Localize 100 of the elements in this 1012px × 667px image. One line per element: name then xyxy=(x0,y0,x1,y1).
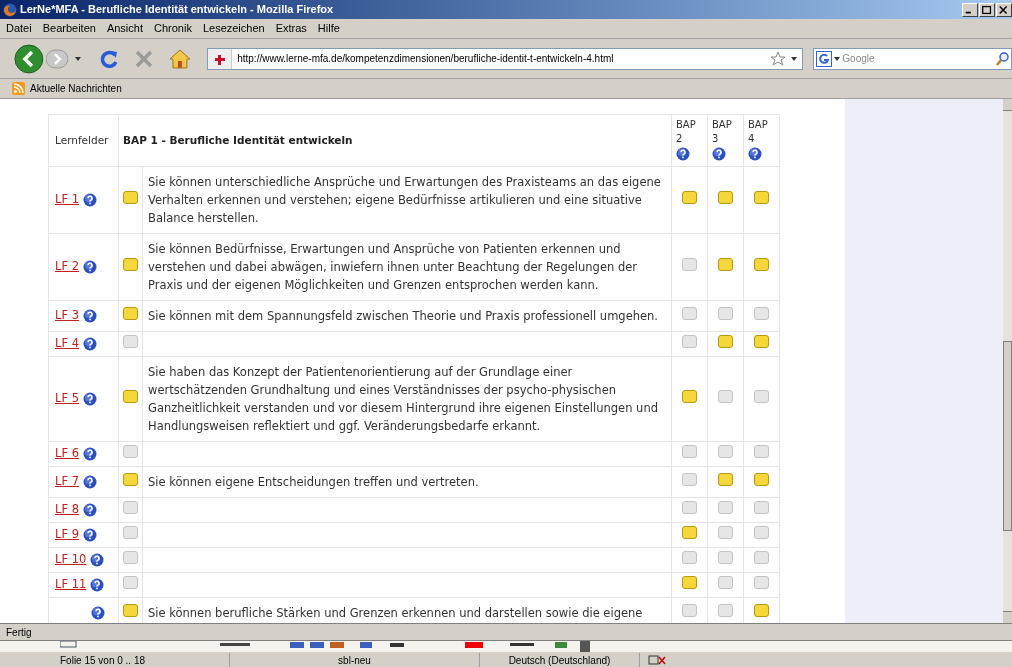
menu-item[interactable]: Chronik xyxy=(154,20,192,37)
menu-item[interactable]: Datei xyxy=(6,20,32,37)
search-field[interactable]: Google xyxy=(813,47,1012,70)
checkbox[interactable] xyxy=(718,257,733,271)
learning-field-link[interactable]: LF 9 xyxy=(55,527,79,542)
help-icon[interactable] xyxy=(89,552,104,567)
checkbox[interactable] xyxy=(682,444,697,458)
checkbox[interactable] xyxy=(718,472,733,486)
checkbox[interactable] xyxy=(682,306,697,320)
learning-field-link[interactable]: LF 3 xyxy=(55,308,79,323)
checkbox[interactable] xyxy=(682,389,697,403)
checkbox[interactable] xyxy=(682,257,697,271)
checkbox[interactable] xyxy=(123,472,138,486)
checkbox[interactable] xyxy=(123,500,138,514)
search-input[interactable]: Google xyxy=(842,51,995,66)
checkbox[interactable] xyxy=(682,334,697,348)
url-text: http://www.lerne-mfa.de/kompetenzdimensionen/berufliche-identit-t-entwickeln-4.html xyxy=(237,52,615,66)
help-icon[interactable] xyxy=(91,605,105,620)
checkbox[interactable] xyxy=(718,306,733,320)
checkbox[interactable] xyxy=(718,334,733,348)
menu-item[interactable]: Ansicht xyxy=(106,20,143,37)
spellcheck-icon xyxy=(648,654,666,666)
learning-field-link[interactable]: LF 8 xyxy=(55,502,79,517)
checkbox[interactable] xyxy=(123,257,138,271)
help-icon[interactable] xyxy=(748,147,762,162)
site-icon xyxy=(208,48,233,69)
checkbox[interactable] xyxy=(754,190,769,204)
rss-icon xyxy=(12,82,25,95)
checkbox[interactable] xyxy=(682,550,697,564)
checkbox[interactable] xyxy=(123,306,138,320)
star-icon[interactable] xyxy=(770,50,787,67)
learning-field-link[interactable]: LF 1 xyxy=(55,192,79,207)
checkbox[interactable] xyxy=(718,389,733,403)
help-icon[interactable] xyxy=(82,474,97,489)
checkbox[interactable] xyxy=(754,389,769,403)
checkbox[interactable] xyxy=(718,500,733,514)
help-icon[interactable] xyxy=(82,502,97,517)
back-icon[interactable] xyxy=(12,43,46,74)
maximize-icon[interactable] xyxy=(979,2,995,17)
checkbox[interactable] xyxy=(754,575,769,589)
checkbox[interactable] xyxy=(123,334,138,348)
checkbox[interactable] xyxy=(718,575,733,589)
checkbox[interactable] xyxy=(123,550,138,564)
checkbox[interactable] xyxy=(682,190,697,204)
checkbox[interactable] xyxy=(123,525,138,539)
checkbox[interactable] xyxy=(718,603,733,617)
help-icon[interactable] xyxy=(712,147,726,162)
help-icon[interactable] xyxy=(82,192,97,207)
menu-item[interactable]: Extras xyxy=(275,20,307,37)
bookmark-item[interactable]: Aktuelle Nachrichten xyxy=(12,81,122,96)
menu-item[interactable]: Lesezeichen xyxy=(202,20,265,37)
learning-field-link[interactable]: LF 2 xyxy=(55,259,79,274)
learning-field-link[interactable]: LF 4 xyxy=(55,336,79,351)
checkbox[interactable] xyxy=(754,444,769,458)
checkbox[interactable] xyxy=(754,603,769,617)
dropdown-icon[interactable] xyxy=(73,55,82,62)
learning-field-link[interactable]: LF 7 xyxy=(55,474,79,489)
checkbox[interactable] xyxy=(123,190,138,204)
checkbox[interactable] xyxy=(754,334,769,348)
checkbox[interactable] xyxy=(682,525,697,539)
close-icon[interactable] xyxy=(996,2,1012,17)
checkbox[interactable] xyxy=(718,550,733,564)
checkbox[interactable] xyxy=(123,389,138,403)
checkbox[interactable] xyxy=(754,500,769,514)
learning-field-link[interactable]: LF 5 xyxy=(55,391,79,406)
minimize-icon[interactable] xyxy=(962,2,978,17)
checkbox[interactable] xyxy=(754,525,769,539)
checkbox[interactable] xyxy=(682,603,697,617)
checkbox[interactable] xyxy=(718,525,733,539)
dropdown-icon[interactable] xyxy=(832,55,843,62)
checkbox[interactable] xyxy=(682,500,697,514)
help-icon[interactable] xyxy=(82,308,97,323)
scrollbar[interactable] xyxy=(1003,99,1012,623)
checkbox[interactable] xyxy=(754,550,769,564)
help-icon[interactable] xyxy=(89,577,104,592)
help-icon[interactable] xyxy=(82,259,97,274)
checkbox[interactable] xyxy=(754,306,769,320)
forward-icon[interactable] xyxy=(45,48,68,69)
checkbox[interactable] xyxy=(718,190,733,204)
search-icon[interactable] xyxy=(995,50,1011,67)
help-icon[interactable] xyxy=(82,336,97,351)
checkbox[interactable] xyxy=(123,444,138,458)
menu-item[interactable]: Hilfe xyxy=(317,20,340,37)
home-icon[interactable] xyxy=(169,47,192,70)
column-header: Lernfelder xyxy=(55,133,109,146)
help-icon[interactable] xyxy=(82,391,97,406)
checkbox[interactable] xyxy=(123,603,138,617)
checkbox[interactable] xyxy=(123,575,138,589)
learning-field-link[interactable]: LF 6 xyxy=(55,446,79,461)
checkbox[interactable] xyxy=(682,472,697,486)
url-field[interactable]: http://www.lerne-mfa.de/kompetenzdimensionen/berufliche-identit-t-entwickeln-4.html xyxy=(207,47,804,70)
checkbox[interactable] xyxy=(754,472,769,486)
help-icon[interactable] xyxy=(82,446,97,461)
checkbox[interactable] xyxy=(682,575,697,589)
checkbox[interactable] xyxy=(718,444,733,458)
help-icon[interactable] xyxy=(676,147,690,162)
help-icon[interactable] xyxy=(82,527,97,542)
menu-item[interactable]: Bearbeiten xyxy=(42,20,96,37)
search-engine-icon[interactable] xyxy=(816,50,833,67)
checkbox[interactable] xyxy=(754,257,769,271)
